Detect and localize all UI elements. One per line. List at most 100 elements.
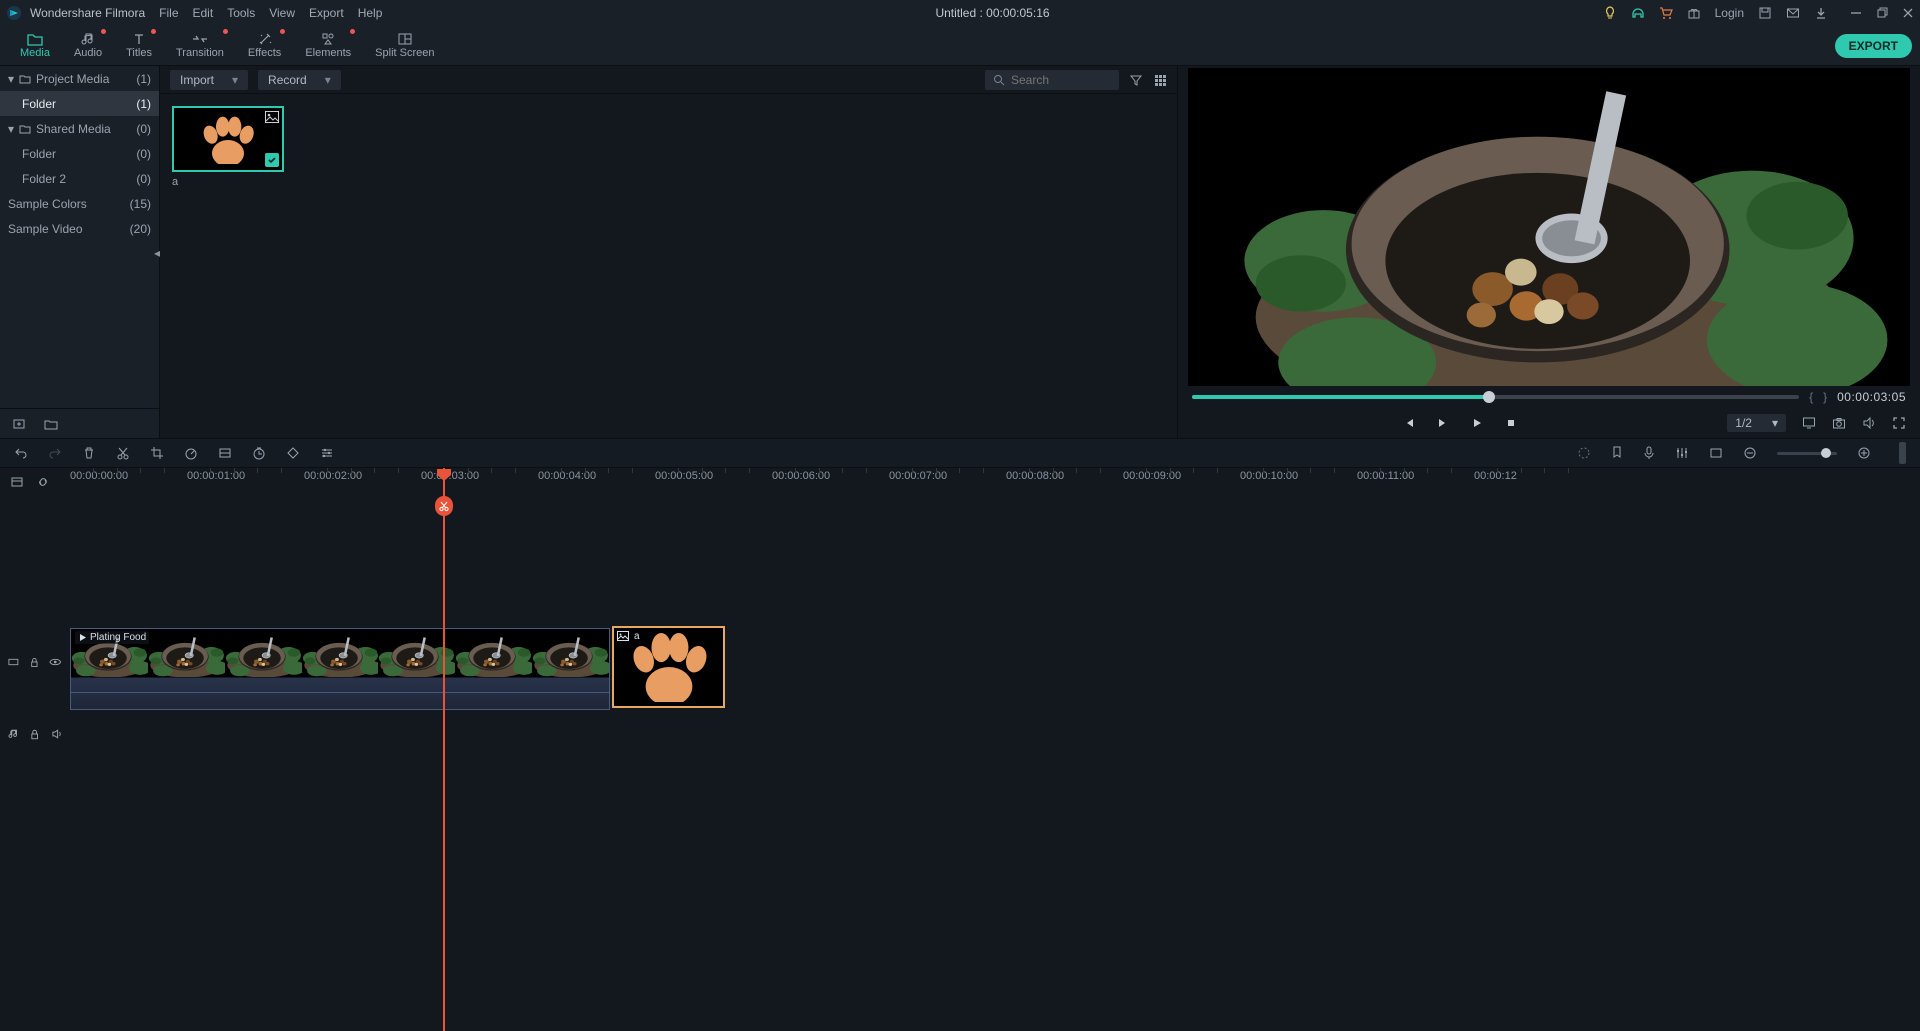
chevron-down-icon: ▾ (1772, 416, 1778, 430)
stop-icon[interactable] (1505, 417, 1517, 429)
scissors-icon[interactable] (435, 496, 453, 516)
menu-help[interactable]: Help (358, 6, 383, 20)
new-folder-icon[interactable] (44, 417, 58, 431)
idea-icon[interactable] (1603, 6, 1617, 20)
text-icon (132, 32, 146, 46)
new-project-icon[interactable] (12, 417, 26, 431)
tab-titles[interactable]: Titles (114, 26, 164, 65)
login-link[interactable]: Login (1715, 6, 1744, 20)
timeline-ruler[interactable]: 00:00:00:0000:00:01:0000:00:02:0000:00:0… (70, 468, 1920, 496)
export-button[interactable]: EXPORT (1835, 34, 1912, 58)
ruler-tick: 00:00:02:00 (304, 468, 362, 482)
delete-icon[interactable] (82, 446, 96, 460)
sidebar-sample-colors[interactable]: Sample Colors (15) (0, 191, 159, 216)
render-icon[interactable] (1577, 446, 1591, 460)
timeline-scrollbar[interactable] (1899, 442, 1906, 464)
picture-icon (617, 631, 629, 641)
fullscreen-icon[interactable] (1892, 416, 1906, 430)
keyframe-icon[interactable] (286, 446, 300, 460)
zoom-in-icon[interactable] (1857, 446, 1871, 460)
redo-icon[interactable] (48, 446, 62, 460)
lock-icon[interactable] (29, 728, 40, 740)
quality-dropdown[interactable]: 1/2▾ (1727, 414, 1786, 432)
tab-audio[interactable]: Audio (62, 26, 114, 65)
freeze-icon[interactable] (218, 446, 232, 460)
duration-icon[interactable] (252, 446, 266, 460)
gift-icon[interactable] (1687, 6, 1701, 20)
sidebar-project-media[interactable]: ▾Project Media (1) (0, 66, 159, 91)
menu-export[interactable]: Export (309, 6, 344, 20)
play-icon[interactable] (1471, 417, 1483, 429)
track-header-audio[interactable] (0, 728, 70, 740)
timeline-image-clip[interactable]: a (612, 626, 725, 708)
media-thumbnail[interactable] (172, 106, 284, 172)
window-close-icon[interactable] (1902, 7, 1914, 19)
speed-icon[interactable] (184, 446, 198, 460)
menu-file[interactable]: File (159, 6, 178, 20)
display-icon[interactable] (1802, 416, 1816, 430)
app-name: Wondershare Filmora (30, 6, 145, 20)
sidebar-shared-folder-2[interactable]: Folder 2 (0) (0, 166, 159, 191)
ruler-tick: 00:00:12 (1474, 468, 1517, 482)
music-icon (8, 728, 19, 740)
headset-icon[interactable] (1631, 6, 1645, 20)
track-header-video[interactable] (0, 656, 70, 668)
sidebar-sample-video[interactable]: Sample Video (20) (0, 216, 159, 241)
fit-icon[interactable] (1709, 446, 1723, 460)
save-icon[interactable] (1758, 6, 1772, 20)
grid-view-icon[interactable] (1153, 73, 1167, 87)
sidebar-shared-media[interactable]: ▾Shared Media (0) (0, 116, 159, 141)
adjust-icon[interactable] (320, 446, 334, 460)
mark-in-icon[interactable]: { (1809, 390, 1813, 404)
playhead-icon (436, 468, 452, 482)
undo-icon[interactable] (14, 446, 28, 460)
message-icon[interactable] (1786, 6, 1800, 20)
timeline-video-clip[interactable]: Plating Food (70, 628, 610, 710)
tab-split-screen[interactable]: Split Screen (363, 26, 446, 65)
tab-transition[interactable]: Transition (164, 26, 236, 65)
titlebar: Wondershare Filmora File Edit Tools View… (0, 0, 1920, 26)
next-frame-icon[interactable] (1437, 417, 1449, 429)
preview-progress[interactable] (1192, 395, 1799, 399)
menu-edit[interactable]: Edit (193, 6, 214, 20)
eye-icon[interactable] (49, 656, 62, 668)
menu-tools[interactable]: Tools (227, 6, 255, 20)
play-icon (78, 633, 87, 642)
window-restore-icon[interactable] (1876, 7, 1888, 19)
mark-out-icon[interactable]: } (1823, 390, 1827, 404)
tab-elements[interactable]: Elements (293, 26, 363, 65)
link-icon[interactable] (36, 475, 50, 489)
prev-frame-icon[interactable] (1403, 417, 1415, 429)
voice-icon[interactable] (1643, 446, 1655, 460)
ruler-tick: 00:00:07:00 (889, 468, 947, 482)
window-minimize-icon[interactable] (1850, 7, 1862, 19)
filter-icon[interactable] (1129, 73, 1143, 87)
tab-effects[interactable]: Effects (236, 26, 293, 65)
volume-icon[interactable] (1862, 416, 1876, 430)
cut-icon[interactable] (116, 446, 130, 460)
cart-icon[interactable] (1659, 6, 1673, 20)
preview-canvas[interactable] (1188, 68, 1910, 386)
speaker-icon[interactable] (51, 728, 62, 740)
mixer-icon[interactable] (1675, 446, 1689, 460)
sidebar-folder[interactable]: Folder (1) (0, 91, 159, 116)
import-dropdown[interactable]: Import▾ (170, 70, 248, 90)
search-input[interactable] (985, 70, 1119, 90)
music-icon (81, 32, 95, 46)
marker-icon[interactable] (1611, 446, 1623, 460)
download-icon[interactable] (1814, 6, 1828, 20)
zoom-slider[interactable] (1777, 452, 1837, 455)
menu-view[interactable]: View (269, 6, 295, 20)
sidebar-collapse-icon[interactable]: ◂ (154, 246, 160, 260)
timeline-playhead[interactable] (443, 468, 445, 1031)
sidebar-shared-folder[interactable]: Folder (0) (0, 141, 159, 166)
lock-icon[interactable] (29, 656, 40, 668)
tab-media[interactable]: Media (8, 26, 62, 65)
timeline-settings-icon[interactable] (10, 475, 24, 489)
zoom-out-icon[interactable] (1743, 446, 1757, 460)
ruler-tick: 00:00:00:00 (70, 468, 128, 482)
snapshot-icon[interactable] (1832, 416, 1846, 430)
media-browser: Import▾ Record▾ a (160, 66, 1178, 438)
record-dropdown[interactable]: Record▾ (258, 70, 341, 90)
crop-icon[interactable] (150, 446, 164, 460)
